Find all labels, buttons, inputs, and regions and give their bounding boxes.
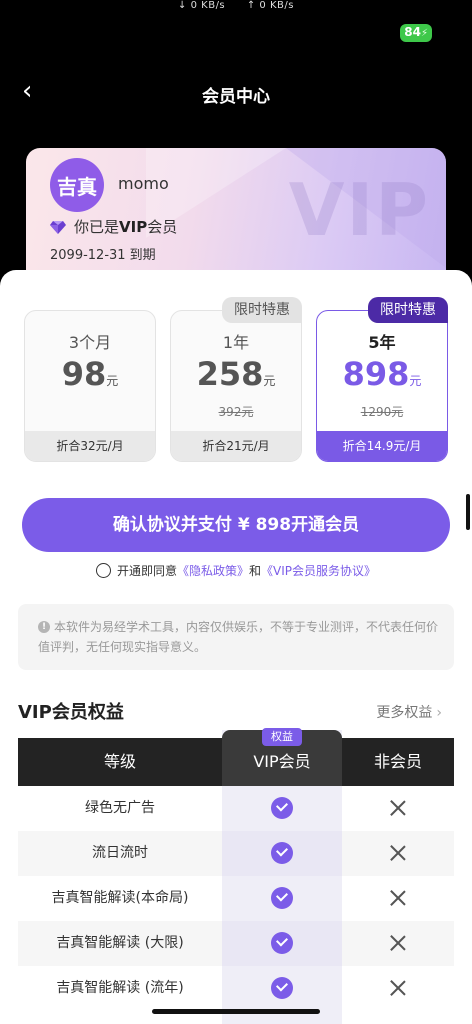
username: momo bbox=[118, 174, 169, 193]
plan-per-month: 折合21元/月 bbox=[171, 431, 301, 461]
chevron-right-icon: › bbox=[436, 705, 442, 721]
benefits-table: 权益 等级 VIP会员 非会员 绿色无广告 流日流时 吉真智能解读(本命局) 吉… bbox=[18, 728, 454, 1024]
limited-offer-badge: 限时特惠 bbox=[222, 297, 302, 323]
vip-status: 你已是 VIP 会员 bbox=[50, 216, 177, 237]
original-price: 1290元 bbox=[360, 405, 404, 419]
price-number: 98 bbox=[61, 355, 107, 393]
plan-5-years[interactable]: 限时特惠 5年 898元 1290元 折合14.9元/月 bbox=[316, 297, 448, 462]
non-member-cell bbox=[342, 786, 454, 831]
privacy-policy-link[interactable]: 《隐私政策》 bbox=[177, 564, 249, 578]
nav-bar: ‹ 会员中心 bbox=[0, 72, 472, 116]
benefit-name: 吉真智能解读(本命局) bbox=[51, 890, 189, 906]
expire-date: 2099-12-31 到期 bbox=[50, 248, 156, 263]
battery-level: 84 bbox=[404, 25, 421, 39]
avatar[interactable]: 吉真 bbox=[50, 158, 104, 212]
home-indicator[interactable] bbox=[152, 1009, 320, 1014]
price-number: 258 bbox=[196, 355, 264, 393]
benefit-name: 绿色无广告 bbox=[85, 800, 155, 816]
vip-cell bbox=[222, 876, 342, 921]
status-bar: ↓ 0 KB/s ↑ 0 KB/s 84⚡ bbox=[0, 0, 472, 42]
more-benefits-link[interactable]: 更多权益 › bbox=[376, 702, 442, 722]
table-row: 流日流时 bbox=[18, 831, 454, 876]
vip-cell bbox=[222, 966, 342, 1011]
vip-watermark: VIP bbox=[288, 168, 430, 252]
non-member-cell bbox=[342, 876, 454, 921]
plan-per-month: 折合14.9元/月 bbox=[317, 431, 447, 461]
x-icon bbox=[389, 799, 407, 817]
check-circle-icon bbox=[271, 977, 293, 999]
non-member-cell bbox=[342, 966, 454, 1011]
disclaimer-text: 本软件为易经学术工具，内容仅供娱乐，不等于专业测评，不代表任何价值评判，无任何现… bbox=[38, 620, 439, 654]
original-price: 392元 bbox=[218, 405, 254, 419]
price-unit: 元 bbox=[106, 374, 119, 388]
agree-radio[interactable] bbox=[95, 563, 111, 578]
upload-speed: ↑ 0 KB/s bbox=[246, 0, 294, 11]
x-icon bbox=[389, 934, 407, 952]
more-benefits-label: 更多权益 bbox=[376, 705, 433, 721]
page-title: 会员中心 bbox=[202, 87, 270, 107]
check-circle-icon bbox=[271, 842, 293, 864]
table-row: 吉真智能解读(本命局) bbox=[18, 876, 454, 921]
status-vip: VIP bbox=[119, 217, 148, 236]
vip-cell bbox=[222, 786, 342, 831]
plan-selector: 3个月 98元 折合32元/月 限时特惠 1年 258元 392元 折合21元/… bbox=[24, 297, 448, 462]
gem-icon bbox=[50, 220, 66, 234]
pay-button[interactable]: 确认协议并支付 ¥ 898开通会员 bbox=[22, 498, 450, 552]
header-level: 等级 bbox=[103, 752, 136, 771]
scrollbar[interactable] bbox=[466, 494, 470, 530]
check-circle-icon bbox=[271, 887, 293, 909]
table-row: 吉真智能解读 (流年) bbox=[18, 966, 454, 1011]
benefits-title: VIP会员权益 bbox=[18, 702, 124, 723]
plan-price: 898元 bbox=[317, 355, 447, 393]
limited-offer-badge: 限时特惠 bbox=[368, 297, 448, 323]
plan-1-year[interactable]: 限时特惠 1年 258元 392元 折合21元/月 bbox=[170, 297, 302, 462]
charging-icon: ⚡ bbox=[420, 28, 428, 39]
status-suffix: 会员 bbox=[147, 218, 178, 236]
vip-cell bbox=[222, 921, 342, 966]
benefit-name: 吉真智能解读 (流年) bbox=[56, 980, 184, 996]
non-member-cell bbox=[342, 921, 454, 966]
plan-price: 98元 bbox=[25, 355, 155, 393]
status-prefix: 你已是 bbox=[74, 218, 120, 236]
x-icon bbox=[389, 844, 407, 862]
check-circle-icon bbox=[271, 797, 293, 819]
plan-name: 1年 bbox=[222, 333, 250, 352]
plan-price: 258元 bbox=[171, 355, 301, 393]
battery-indicator: 84⚡ bbox=[400, 24, 432, 42]
agree-and: 和 bbox=[249, 564, 262, 578]
plan-3-months[interactable]: 3个月 98元 折合32元/月 bbox=[24, 310, 156, 462]
plan-name: 5年 bbox=[368, 333, 396, 352]
check-circle-icon bbox=[271, 932, 293, 954]
table-row: 绿色无广告 bbox=[18, 786, 454, 831]
table-row: 吉真智能解读 (大限) bbox=[18, 921, 454, 966]
vip-cell bbox=[222, 831, 342, 876]
network-speed: ↓ 0 KB/s ↑ 0 KB/s bbox=[0, 0, 472, 11]
x-icon bbox=[389, 979, 407, 997]
download-speed: ↓ 0 KB/s bbox=[178, 0, 226, 11]
disclaimer-box: ! 本软件为易经学术工具，内容仅供娱乐，不等于专业测评，不代表任何价值评判，无任… bbox=[18, 604, 454, 670]
price-unit: 元 bbox=[409, 374, 422, 388]
plan-per-month: 折合32元/月 bbox=[25, 431, 155, 461]
table-header: 等级 VIP会员 非会员 bbox=[18, 730, 454, 786]
header-non-member: 非会员 bbox=[373, 752, 422, 771]
service-agreement-link[interactable]: 《VIP会员服务协议》 bbox=[261, 564, 376, 578]
member-card: VIP 吉真 momo 你已是 VIP 会员 2099-12-31 到期 bbox=[26, 148, 446, 288]
price-unit: 元 bbox=[263, 374, 276, 388]
x-icon bbox=[389, 889, 407, 907]
agreement-row: 开通即同意《隐私政策》和《VIP会员服务协议》 bbox=[0, 562, 472, 579]
agree-prefix: 开通即同意 bbox=[116, 564, 177, 578]
purchase-sheet: 3个月 98元 折合32元/月 限时特惠 1年 258元 392元 折合21元/… bbox=[0, 270, 472, 1024]
rights-tag: 权益 bbox=[262, 728, 302, 746]
benefit-name: 流日流时 bbox=[92, 845, 148, 861]
price-number: 898 bbox=[342, 355, 410, 393]
non-member-cell bbox=[342, 831, 454, 876]
benefit-name: 吉真智能解读 (大限) bbox=[56, 935, 184, 951]
plan-name: 3个月 bbox=[68, 333, 112, 352]
